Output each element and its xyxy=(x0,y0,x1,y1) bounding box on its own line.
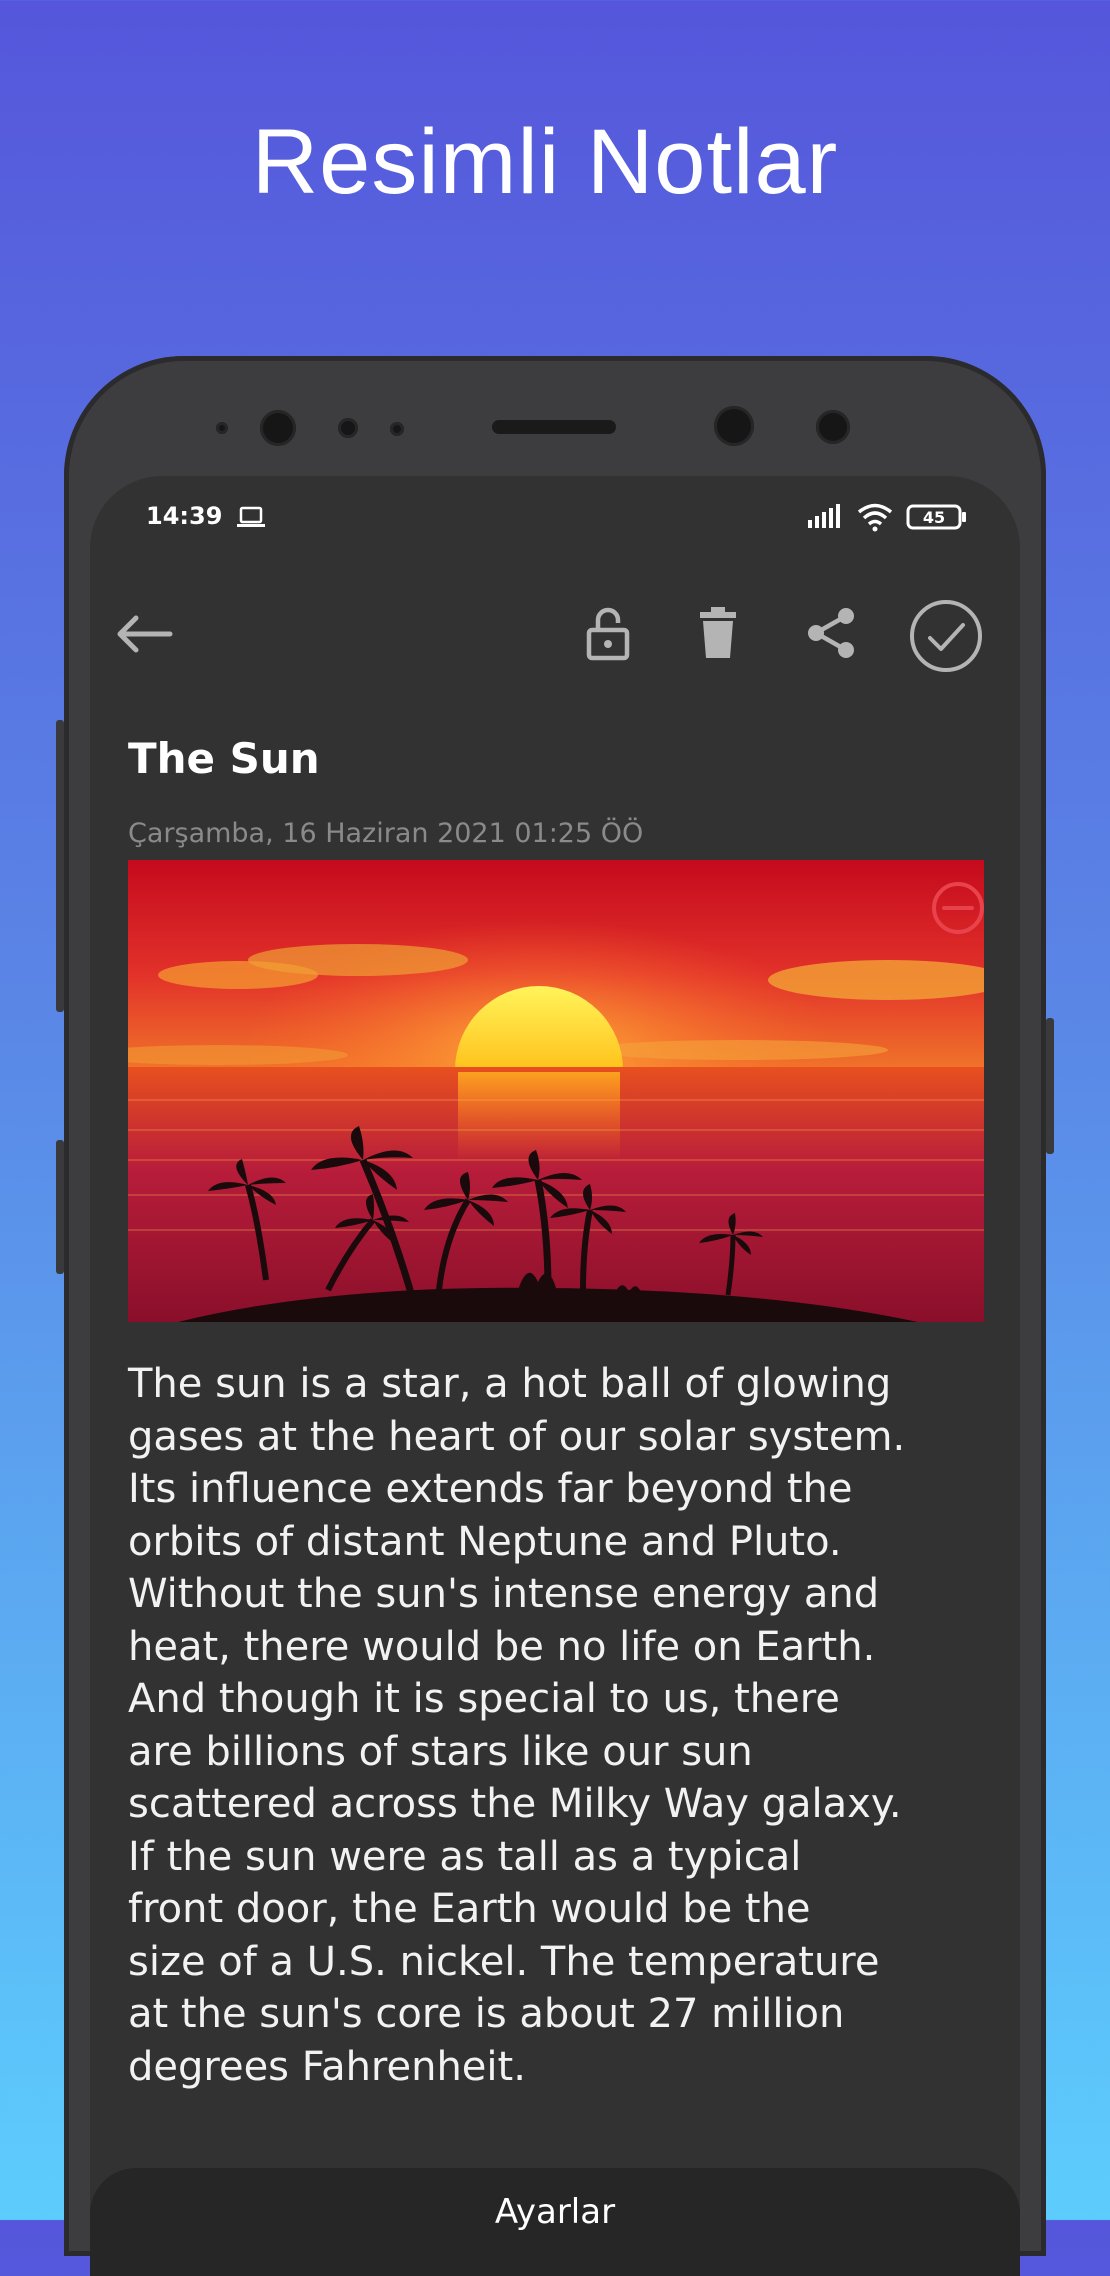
trash-icon xyxy=(700,607,736,658)
laptop-icon xyxy=(236,506,266,536)
sensor-dot xyxy=(390,422,404,436)
note-date: Çarşamba, 16 Haziran 2021 01:25 ÖÖ xyxy=(128,818,644,849)
phone-frame: 14:39 45 The Sun Çarşamba, 16 Haziran 20… xyxy=(64,356,1046,2276)
phone-side-button xyxy=(56,720,64,1012)
back-button[interactable] xyxy=(114,614,174,658)
phone-side-button xyxy=(56,1140,64,1274)
signal-icon xyxy=(806,502,844,536)
minus-circle-icon xyxy=(932,882,984,934)
share-button[interactable] xyxy=(804,606,858,664)
lock-button[interactable] xyxy=(584,606,632,666)
arrow-left-icon xyxy=(117,615,173,653)
remove-image-button[interactable] xyxy=(930,880,984,940)
save-button[interactable] xyxy=(908,598,984,678)
wifi-icon xyxy=(856,502,894,538)
check-circle-icon xyxy=(910,600,982,672)
phone-side-button xyxy=(1046,1018,1054,1154)
battery-icon: 45 xyxy=(906,504,968,536)
front-camera xyxy=(714,406,754,446)
battery-level: 45 xyxy=(923,508,945,527)
share-icon xyxy=(808,608,854,658)
note-body[interactable]: The sun is a star, a hot ball of glowing… xyxy=(128,1358,996,2093)
status-time: 14:39 xyxy=(146,502,223,530)
note-image xyxy=(128,860,984,1322)
bottom-sheet-label[interactable]: Ayarlar xyxy=(90,2192,1020,2232)
delete-button[interactable] xyxy=(696,606,740,664)
sensor-dot xyxy=(338,418,358,438)
earpiece-speaker xyxy=(492,420,616,434)
sunset-picture xyxy=(128,860,984,1322)
note-title[interactable]: The Sun xyxy=(128,734,320,783)
unlock-icon xyxy=(586,607,630,661)
promo-title: Resimli Notlar xyxy=(251,111,839,213)
front-sensor xyxy=(816,410,850,444)
phone-screen: 14:39 45 The Sun Çarşamba, 16 Haziran 20… xyxy=(90,476,1020,2276)
bottom-sheet-bar[interactable]: Ayarlar xyxy=(90,2168,1020,2276)
status-bar: 14:39 45 xyxy=(90,502,1020,542)
sensor-dot xyxy=(216,422,228,434)
front-camera xyxy=(260,410,296,446)
